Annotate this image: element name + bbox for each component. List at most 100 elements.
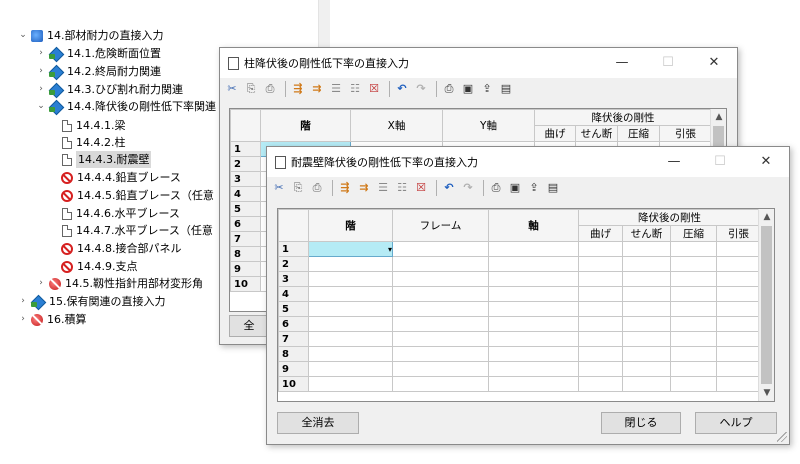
settings-icon[interactable]: ▤	[498, 81, 514, 97]
expand-arrow-icon[interactable]: ›	[36, 81, 46, 98]
grid-cell[interactable]	[578, 376, 623, 392]
grid-cell[interactable]	[488, 286, 579, 302]
grid-cell[interactable]	[622, 316, 671, 332]
tree-node-14-4-6[interactable]: 14.4.6.水平ブレース	[60, 205, 180, 222]
grid-cell[interactable]	[578, 271, 623, 287]
grid-cell[interactable]	[670, 376, 717, 392]
insert-row-after-icon[interactable]: ⇉	[309, 81, 325, 97]
tree-node-16[interactable]: › 16.積算	[18, 311, 86, 328]
undo-icon[interactable]: ↶	[441, 180, 457, 196]
grid-cell[interactable]: ▾	[308, 241, 393, 257]
grid-cell[interactable]	[670, 241, 717, 257]
grid-cell[interactable]	[716, 361, 761, 377]
redo-icon[interactable]: ↷	[460, 180, 476, 196]
cut-icon[interactable]: ✂	[224, 81, 240, 97]
tree-node-14-4-9[interactable]: 14.4.9.支点	[60, 258, 137, 275]
grid-cell[interactable]	[392, 301, 489, 317]
maximize-button[interactable]: ☐	[697, 147, 743, 177]
grid-cell[interactable]	[716, 271, 761, 287]
copy-icon[interactable]: ⎘	[290, 180, 306, 196]
grid-cell[interactable]	[392, 346, 489, 362]
scroll-thumb[interactable]	[761, 226, 772, 384]
grid-cell[interactable]	[622, 331, 671, 347]
grid-cell[interactable]	[308, 271, 393, 287]
grid-cell[interactable]	[308, 361, 393, 377]
grid-cell[interactable]	[488, 241, 579, 257]
grid-cell[interactable]	[392, 376, 489, 392]
tree-node-14-4-4[interactable]: 14.4.4.鉛直ブレース	[60, 169, 181, 186]
grid-cell[interactable]	[308, 376, 393, 392]
scroll-up-icon[interactable]: ▲	[711, 109, 726, 125]
minimize-button[interactable]: —	[651, 147, 697, 177]
grid-cell[interactable]	[622, 256, 671, 272]
grid-cell[interactable]	[716, 331, 761, 347]
preview-icon[interactable]: ▣	[507, 180, 523, 196]
tree-node-14-4-1[interactable]: 14.4.1.梁	[60, 117, 125, 134]
clear-row-icon[interactable]: ☷	[394, 180, 410, 196]
maximize-button[interactable]: ☐	[645, 48, 691, 78]
grid-cell[interactable]	[488, 316, 579, 332]
grid-cell[interactable]	[392, 361, 489, 377]
delete-all-icon[interactable]: ☒	[366, 81, 382, 97]
grid-cell[interactable]	[488, 256, 579, 272]
grid-cell[interactable]	[392, 331, 489, 347]
grid-cell[interactable]	[716, 346, 761, 362]
grid-cell[interactable]	[670, 331, 717, 347]
clear-all-button-partial[interactable]: 全	[229, 315, 269, 337]
grid-cell[interactable]	[578, 256, 623, 272]
tree-node-14-5[interactable]: › 14.5.靱性指針用部材変形角	[36, 275, 203, 292]
print-icon[interactable]: ⎙	[441, 81, 457, 97]
grid-cell[interactable]	[670, 301, 717, 317]
grid-cell[interactable]	[716, 286, 761, 302]
paste-icon[interactable]: ⎙	[262, 81, 278, 97]
insert-row-icon[interactable]: ⇶	[337, 180, 353, 196]
grid-cell[interactable]	[488, 376, 579, 392]
paste-icon[interactable]: ⎙	[309, 180, 325, 196]
grid-cell[interactable]	[488, 361, 579, 377]
grid-cell[interactable]	[392, 316, 489, 332]
tree-node-14[interactable]: ⌄ 14.部材耐力の直接入力	[18, 27, 163, 44]
grid-cell[interactable]	[308, 346, 393, 362]
grid-cell[interactable]	[392, 286, 489, 302]
grid-cell[interactable]	[670, 361, 717, 377]
grid-cell[interactable]	[622, 346, 671, 362]
grid-cell[interactable]	[622, 241, 671, 257]
insert-row-icon[interactable]: ⇶	[290, 81, 306, 97]
tree-node-14-4-7[interactable]: 14.4.7.水平ブレース（任意	[60, 222, 213, 239]
delete-row-icon[interactable]: ☰	[375, 180, 391, 196]
minimize-button[interactable]: —	[599, 48, 645, 78]
tree-node-15[interactable]: › 15.保有関連の直接入力	[18, 293, 165, 310]
grid-cell[interactable]	[622, 376, 671, 392]
grid-cell[interactable]	[622, 361, 671, 377]
grid-cell[interactable]	[578, 286, 623, 302]
copy-icon[interactable]: ⎘	[243, 81, 259, 97]
tree-node-14-2[interactable]: › 14.2.終局耐力関連	[36, 63, 161, 80]
grid-cell[interactable]	[488, 271, 579, 287]
grid-cell[interactable]	[670, 271, 717, 287]
grid-cell[interactable]	[578, 331, 623, 347]
redo-icon[interactable]: ↷	[413, 81, 429, 97]
grid-cell[interactable]	[716, 376, 761, 392]
cut-icon[interactable]: ✂	[271, 180, 287, 196]
tree-node-14-4-8[interactable]: 14.4.8.接合部パネル	[60, 240, 181, 257]
delete-all-icon[interactable]: ☒	[413, 180, 429, 196]
grid-cell[interactable]	[578, 301, 623, 317]
close-dialog-button[interactable]: 閉じる	[601, 412, 681, 434]
tree-node-14-4-2[interactable]: 14.4.2.柱	[60, 134, 125, 151]
scroll-down-icon[interactable]: ▼	[759, 385, 774, 401]
grid-cell[interactable]	[392, 256, 489, 272]
grid-cell[interactable]	[308, 301, 393, 317]
expand-arrow-icon[interactable]: ›	[18, 293, 28, 310]
close-button[interactable]: ✕	[691, 48, 737, 78]
undo-icon[interactable]: ↶	[394, 81, 410, 97]
grid-cell[interactable]	[622, 301, 671, 317]
export-icon[interactable]: ⇪	[526, 180, 542, 196]
grid-cell[interactable]	[578, 316, 623, 332]
tree-node-14-3[interactable]: › 14.3.ひび割れ耐力関連	[36, 81, 183, 98]
grid-cell[interactable]	[392, 271, 489, 287]
grid-cell[interactable]	[308, 286, 393, 302]
tree-node-14-1[interactable]: › 14.1.危険断面位置	[36, 45, 161, 62]
grid-cell[interactable]	[488, 346, 579, 362]
grid-cell[interactable]	[488, 301, 579, 317]
preview-icon[interactable]: ▣	[460, 81, 476, 97]
